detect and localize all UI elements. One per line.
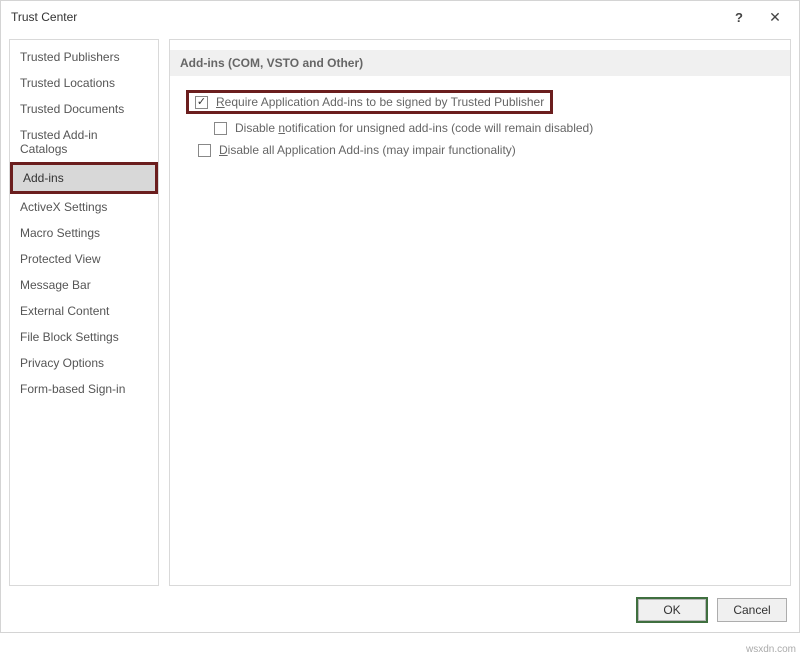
option-label: Disable all Application Add-ins (may imp… — [219, 143, 516, 157]
sidebar-item-macro-settings[interactable]: Macro Settings — [10, 220, 158, 246]
checkbox-icon[interactable] — [195, 96, 208, 109]
sidebar-item-label: Add-ins — [23, 171, 64, 185]
sidebar-item-form-based-signin[interactable]: Form-based Sign-in — [10, 376, 158, 402]
option-disable-all[interactable]: Disable all Application Add-ins (may imp… — [190, 140, 778, 160]
sidebar-item-label: Message Bar — [20, 278, 91, 292]
sidebar-item-label: File Block Settings — [20, 330, 119, 344]
cancel-button[interactable]: Cancel — [717, 598, 787, 622]
sidebar-item-label: Trusted Locations — [20, 76, 115, 90]
titlebar: Trust Center ? ✕ — [1, 1, 799, 33]
option-require-signed[interactable]: Require Application Add-ins to be signed… — [186, 90, 553, 114]
sidebar-item-label: Macro Settings — [20, 226, 100, 240]
sidebar-item-label: Privacy Options — [20, 356, 104, 370]
trust-center-dialog: Trust Center ? ✕ Trusted Publishers Trus… — [0, 0, 800, 633]
watermark: wsxdn.com — [746, 644, 796, 655]
sidebar-item-message-bar[interactable]: Message Bar — [10, 272, 158, 298]
sidebar-item-addins[interactable]: Add-ins — [10, 162, 158, 194]
sidebar-item-privacy-options[interactable]: Privacy Options — [10, 350, 158, 376]
sidebar-item-label: ActiveX Settings — [20, 200, 107, 214]
close-button[interactable]: ✕ — [757, 3, 793, 31]
sidebar-item-label: External Content — [20, 304, 109, 318]
button-label: Cancel — [733, 603, 770, 617]
dialog-title: Trust Center — [11, 10, 77, 24]
checkbox-icon[interactable] — [198, 144, 211, 157]
sidebar-item-label: Form-based Sign-in — [20, 382, 125, 396]
sidebar-item-activex-settings[interactable]: ActiveX Settings — [10, 194, 158, 220]
dialog-footer: OK Cancel — [1, 592, 799, 632]
sidebar-item-trusted-publishers[interactable]: Trusted Publishers — [10, 44, 158, 70]
option-label: Require Application Add-ins to be signed… — [216, 95, 544, 109]
sidebar-item-label: Trusted Documents — [20, 102, 124, 116]
checkbox-icon[interactable] — [214, 122, 227, 135]
ok-button[interactable]: OK — [637, 598, 707, 622]
settings-pane: Add-ins (COM, VSTO and Other) Require Ap… — [169, 39, 791, 586]
sidebar-item-label: Trusted Add-in Catalogs — [20, 128, 98, 156]
sidebar-item-protected-view[interactable]: Protected View — [10, 246, 158, 272]
close-icon: ✕ — [769, 9, 781, 26]
sidebar-item-trusted-locations[interactable]: Trusted Locations — [10, 70, 158, 96]
sidebar-item-trusted-documents[interactable]: Trusted Documents — [10, 96, 158, 122]
sidebar-item-trusted-addin-catalogs[interactable]: Trusted Add-in Catalogs — [10, 122, 158, 162]
help-icon: ? — [735, 10, 743, 25]
sidebar-item-file-block-settings[interactable]: File Block Settings — [10, 324, 158, 350]
dialog-content: Trusted Publishers Trusted Locations Tru… — [1, 33, 799, 592]
option-label: Disable notification for unsigned add-in… — [235, 121, 593, 135]
section-header: Add-ins (COM, VSTO and Other) — [170, 50, 790, 76]
sidebar-item-label: Trusted Publishers — [20, 50, 120, 64]
sidebar: Trusted Publishers Trusted Locations Tru… — [9, 39, 159, 586]
sidebar-item-external-content[interactable]: External Content — [10, 298, 158, 324]
sidebar-item-label: Protected View — [20, 252, 101, 266]
option-disable-notification[interactable]: Disable notification for unsigned add-in… — [206, 118, 778, 138]
help-button[interactable]: ? — [721, 3, 757, 31]
button-label: OK — [663, 603, 680, 617]
